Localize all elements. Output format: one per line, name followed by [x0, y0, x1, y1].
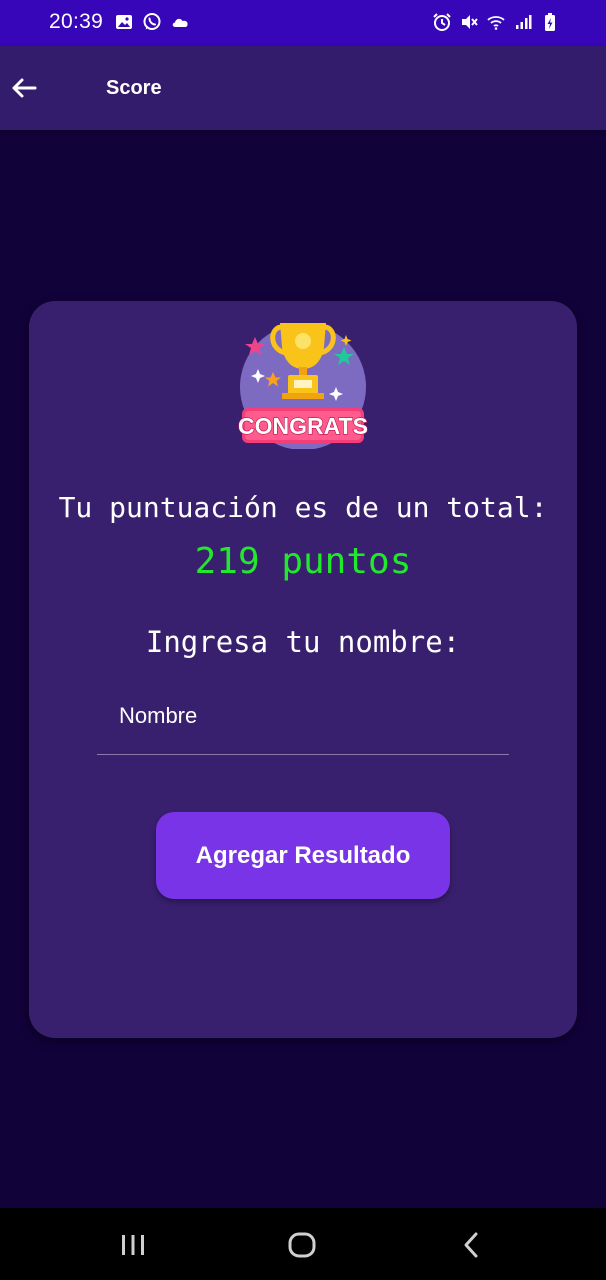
image-icon: [116, 15, 132, 29]
add-result-button[interactable]: Agregar Resultado: [156, 812, 450, 899]
status-bar: 20:39: [0, 0, 606, 46]
cloud-icon: [172, 18, 188, 27]
app-bar: Score: [0, 46, 606, 130]
signal-icon: [516, 15, 532, 29]
recents-icon[interactable]: [116, 1228, 150, 1262]
battery-charging-icon: [545, 13, 555, 31]
navigation-bar: [0, 1208, 606, 1280]
name-input[interactable]: [119, 699, 499, 733]
mute-icon: [462, 15, 478, 29]
name-field: [97, 694, 509, 755]
status-left-icons: [114, 12, 190, 32]
status-right-icons: [432, 12, 560, 32]
congrats-trophy-icon: CONGRATS: [237, 323, 369, 449]
home-icon[interactable]: [285, 1228, 319, 1262]
name-prompt: Ingresa tu nombre:: [145, 625, 461, 659]
congrats-badge-text: CONGRATS: [238, 413, 368, 439]
alarm-icon: [433, 13, 451, 31]
score-value: 219 puntos: [194, 541, 412, 582]
arrow-left-icon[interactable]: [8, 72, 40, 104]
whatsapp-icon: [143, 13, 161, 30]
page-title: Score: [106, 77, 162, 99]
status-time: 20:39: [49, 10, 104, 33]
score-card: CONGRATS Tu puntuación es de un total: 2…: [29, 301, 577, 1038]
wifi-icon: [487, 16, 505, 30]
score-label: Tu puntuación es de un total:: [58, 491, 548, 524]
back-icon[interactable]: [455, 1228, 489, 1262]
